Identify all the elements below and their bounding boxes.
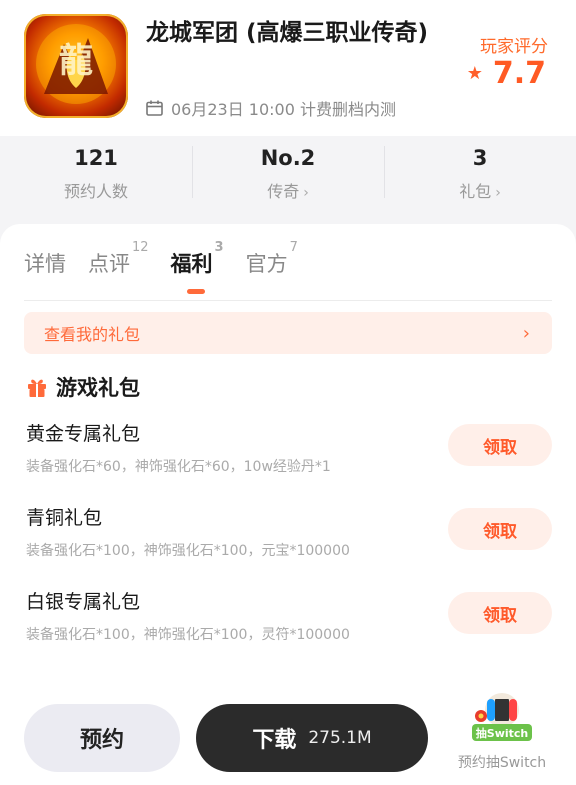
tab-count: 12 (132, 240, 149, 255)
gift-package: 黄金专属礼包 装备强化石*60，神饰强化石*60，10w经验丹*1 领取 (26, 420, 552, 490)
switch-promo[interactable]: 抽Switch 预约抽Switch (444, 690, 560, 780)
divider (24, 300, 552, 301)
stat-label: 礼包 (459, 182, 492, 201)
stat-reservations: 121 预约人数 (0, 136, 192, 228)
tab-label: 官方 (245, 252, 288, 276)
rating: ★ 7.7 (467, 56, 546, 91)
section-title-text: 游戏礼包 (56, 376, 140, 400)
test-schedule: 06月23日 10:00 计费删档内测 (146, 96, 396, 120)
switch-badge-text: 抽Switch (476, 726, 528, 740)
dragon-logo-icon: 龍 (36, 24, 116, 104)
stat-label-row: 传奇 › (192, 178, 384, 202)
stat-label: 预约人数 (63, 182, 128, 201)
gift-package: 白银专属礼包 装备强化石*100，神饰强化石*100，灵符*100000 领取 (26, 588, 552, 658)
tab-bar: 详情 点评12 福利3 官方7 (24, 240, 320, 294)
claim-button[interactable]: 领取 (448, 424, 552, 466)
star-icon: ★ (466, 63, 483, 84)
chevron-right-icon: › (303, 185, 309, 201)
reserve-button[interactable]: 预约 (24, 704, 180, 772)
rating-value: 7.7 (492, 56, 546, 91)
stat-rank[interactable]: No.2 传奇 › (192, 136, 384, 228)
my-gifts-label: 查看我的礼包 (44, 325, 141, 344)
section-title: 游戏礼包 (26, 372, 140, 402)
app-header: 龍 龙城军团 (高爆三职业传奇) 06月23日 10:00 计费删档内测 玩家评… (0, 0, 576, 136)
test-schedule-text: 06月23日 10:00 计费删档内测 (171, 100, 397, 119)
download-label: 下载 (252, 728, 297, 753)
tab-label: 点评 (88, 252, 130, 276)
svg-text:龍: 龍 (59, 41, 93, 81)
switch-promo-label: 预约抽Switch (457, 755, 547, 771)
tab-reviews[interactable]: 点评12 (88, 240, 149, 286)
active-tab-indicator (186, 289, 205, 294)
download-button[interactable]: 下载 275.1M (196, 704, 428, 772)
stat-gifts[interactable]: 3 礼包 › (384, 136, 576, 228)
gift-package: 青铜礼包 装备强化石*100，神饰强化石*100，元宝*100000 领取 (26, 504, 552, 574)
bottom-action-bar: 预约 下载 275.1M 抽Switch 预约抽Switch (0, 682, 576, 785)
claim-button[interactable]: 领取 (448, 508, 552, 550)
rating-label: 玩家评分 (480, 37, 548, 57)
app-title: 龙城军团 (高爆三职业传奇) (146, 20, 429, 46)
my-gifts-link[interactable]: 查看我的礼包 › (24, 312, 552, 354)
stat-value: No.2 (260, 146, 316, 170)
tab-benefits[interactable]: 福利3 (170, 240, 224, 294)
tab-label: 福利 (170, 252, 213, 276)
stats-bar: 121 预约人数 No.2 传奇 › 3 礼包 › (0, 136, 576, 228)
chevron-right-icon: › (522, 322, 530, 344)
tab-label: 详情 (24, 252, 66, 276)
stat-value: 3 (472, 146, 488, 170)
gift-icon (28, 379, 46, 397)
tab-count: 3 (214, 240, 224, 255)
stat-label-row: 礼包 › (384, 178, 576, 202)
stat-label: 传奇 (267, 182, 300, 201)
content-panel: 详情 点评12 福利3 官方7 查看我的礼包 › 游戏礼包 黄金专属礼包 装备强… (0, 224, 576, 682)
switch-console-icon: 抽Switch (472, 693, 532, 741)
download-size: 275.1M (308, 728, 372, 748)
tab-official[interactable]: 官方7 (246, 240, 298, 286)
tab-count: 7 (289, 240, 298, 255)
chevron-right-icon: › (495, 185, 501, 201)
calendar-icon (146, 100, 163, 116)
app-icon[interactable]: 龍 (24, 14, 128, 118)
claim-button[interactable]: 领取 (448, 592, 552, 634)
stat-value: 121 (74, 146, 118, 170)
tab-details[interactable]: 详情 (24, 240, 66, 286)
